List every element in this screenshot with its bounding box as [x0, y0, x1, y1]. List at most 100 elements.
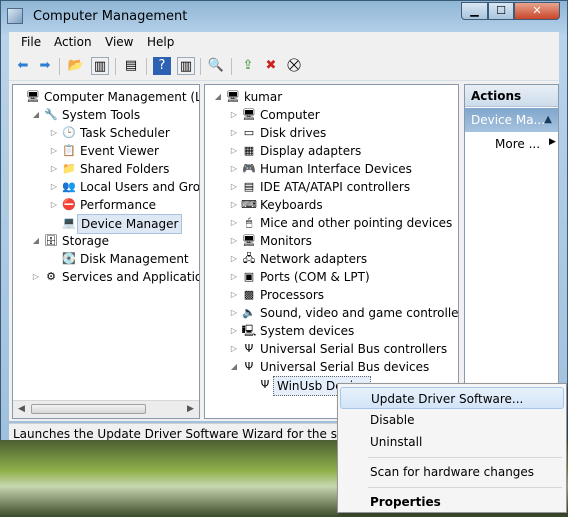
tree-node-label: Task Scheduler — [80, 126, 170, 140]
expand-arrow-icon[interactable]: ▷ — [49, 196, 59, 214]
expand-arrow-icon[interactable]: ▷ — [229, 304, 239, 322]
console-tree-pane[interactable]: 🖥Computer Management (Local◢🔧System Tool… — [12, 84, 200, 419]
actions-device-manager[interactable]: Device Ma... ▲ — [465, 108, 558, 132]
tree-node[interactable]: ▷ 📋 Event Viewer — [13, 142, 199, 160]
expand-arrow-icon[interactable]: ▷ — [229, 124, 239, 142]
scroll-thumb[interactable] — [31, 404, 146, 414]
window-title: Computer Management — [33, 9, 188, 24]
tree-node-label: Storage — [62, 234, 109, 248]
up-folder-icon[interactable]: 📂 — [67, 57, 85, 75]
collapse-arrow-icon[interactable]: ◢ — [31, 106, 41, 124]
forward-arrow-icon[interactable]: ➡ — [36, 57, 54, 75]
toolbar-separator — [146, 58, 147, 75]
tree-node[interactable]: ▷ 📁 Shared Folders — [13, 160, 199, 178]
tree-node[interactable]: 💽 Disk Management — [13, 250, 199, 268]
device-node[interactable]: ◢ Ψ Universal Serial Bus devices — [205, 358, 458, 376]
console-tree-scrollbar[interactable]: ◀ ▶ — [13, 400, 199, 418]
context-menu-item[interactable]: Disable — [340, 409, 564, 431]
device-tree-pane[interactable]: ◢ 🖥 kumar ▷ 🖥 Computer ▷ ▭ Disk drives ▷ ▦ Display … — [204, 84, 459, 419]
expand-arrow-icon[interactable]: ▷ — [229, 196, 239, 214]
device-node[interactable]: ▷ ▤ IDE ATA/ATAPI controllers — [205, 178, 458, 196]
tree-node-label: System devices — [260, 324, 355, 338]
expand-arrow-icon[interactable]: ▷ — [49, 160, 59, 178]
device-node[interactable]: ▷ ⌨ Keyboards — [205, 196, 458, 214]
context-menu-item[interactable]: Properties — [340, 491, 564, 513]
uninstall-icon[interactable]: ✖ — [262, 57, 280, 75]
tree-node[interactable]: ▷ ⚙ Services and Applications — [13, 268, 199, 286]
tree-node-label: Human Interface Devices — [260, 162, 412, 176]
tree-node[interactable]: ◢ 🔧 System Tools — [13, 106, 199, 124]
device-node[interactable]: ▷ ▩ Processors — [205, 286, 458, 304]
expand-arrow-icon[interactable]: ▷ — [229, 214, 239, 232]
computer-management-window: Computer Management ▁ ☐ ✕ File Action Vi… — [0, 0, 568, 448]
menu-action[interactable]: Action — [54, 35, 92, 49]
expand-arrow-icon[interactable]: ▷ — [229, 322, 239, 340]
expand-arrow-icon[interactable]: ▷ — [49, 142, 59, 160]
users-icon: 👥 — [62, 180, 76, 193]
expand-arrow-icon[interactable]: ▷ — [229, 232, 239, 250]
expand-arrow-icon[interactable]: ▷ — [229, 286, 239, 304]
expand-arrow-icon[interactable]: ▷ — [229, 340, 239, 358]
port-icon: ▣ — [243, 270, 255, 283]
tree-node[interactable]: ◢ 🗄 Storage — [13, 232, 199, 250]
scan-hardware-icon[interactable]: 🔍 — [207, 57, 225, 75]
back-arrow-icon[interactable]: ⬅ — [14, 57, 32, 75]
properties-icon[interactable]: ▤ — [122, 57, 140, 75]
expand-arrow-icon[interactable]: ▷ — [49, 124, 59, 142]
expand-arrow-icon[interactable]: ▷ — [49, 178, 59, 196]
collapse-arrow-icon[interactable]: ◢ — [229, 358, 239, 376]
show-action-pane-icon[interactable]: ▥ — [177, 57, 195, 75]
menu-view[interactable]: View — [105, 35, 133, 49]
menu-help[interactable]: Help — [147, 35, 174, 49]
scroll-right-icon[interactable]: ▶ — [182, 401, 199, 417]
tree-node[interactable]: ▷ ⛔ Performance — [13, 196, 199, 214]
close-button[interactable]: ✕ — [514, 2, 560, 20]
submenu-arrow-icon: ▶ — [549, 137, 556, 147]
menu-file[interactable]: File — [21, 35, 41, 49]
device-node[interactable]: ▷ Ψ Universal Serial Bus controllers — [205, 340, 458, 358]
content-area: 🖥Computer Management (Local◢🔧System Tool… — [9, 81, 559, 421]
collapse-arrow-icon[interactable]: ◢ — [213, 88, 223, 106]
device-node[interactable]: ▷ 🔈 Sound, video and game controllers — [205, 304, 458, 322]
device-node[interactable]: ▷ ▦ Display adapters — [205, 142, 458, 160]
tree-node[interactable]: ▷👥 Local Users and Groups — [13, 178, 199, 196]
expand-arrow-icon[interactable]: ▷ — [229, 106, 239, 124]
more-actions[interactable]: More ... ▶ — [495, 137, 556, 151]
context-menu-item[interactable]: Scan for hardware changes — [340, 461, 564, 483]
device-node[interactable]: ▷ 🖧 Network adapters — [205, 250, 458, 268]
device-manager-icon: 💻 — [62, 216, 76, 229]
expand-arrow-icon[interactable]: ▷ — [229, 160, 239, 178]
device-node[interactable]: ▷ ▭ Disk drives — [205, 124, 458, 142]
collapse-arrow-icon[interactable]: ◢ — [31, 232, 41, 250]
tree-node[interactable]: ▷ 🕒 Task Scheduler — [13, 124, 199, 142]
device-node[interactable]: ◢ 🖥 kumar — [205, 88, 458, 106]
device-node[interactable]: ▷ ▣ Ports (COM & LPT) — [205, 268, 458, 286]
tree-node-label: Computer — [260, 108, 320, 122]
title-bar[interactable]: Computer Management ▁ ☐ ✕ — [1, 1, 567, 31]
expand-arrow-icon[interactable]: ▷ — [229, 178, 239, 196]
scroll-left-icon[interactable]: ◀ — [13, 401, 30, 417]
device-node[interactable]: ▷ 🎮 Human Interface Devices — [205, 160, 458, 178]
monitor-icon: 🖥 — [242, 234, 256, 247]
device-node[interactable]: ▷ 🖳 System devices — [205, 322, 458, 340]
computer-icon: 🖥 — [226, 90, 240, 103]
tree-node[interactable]: 💻 Device Manager — [13, 214, 199, 234]
minimize-button[interactable]: ▁ — [461, 2, 488, 20]
expand-arrow-icon[interactable]: ▷ — [229, 268, 239, 286]
tree-node[interactable]: 🖥 Computer Management (Local — [13, 88, 199, 106]
disable-device-icon[interactable]: ⛒ — [285, 57, 303, 75]
context-menu-item[interactable]: Uninstall — [340, 431, 564, 453]
device-node[interactable]: ▷ 🖥 Computer — [205, 106, 458, 124]
update-driver-icon[interactable]: ⇪ — [239, 57, 257, 75]
expand-arrow-icon[interactable]: ▷ — [229, 142, 239, 160]
collapse-up-icon[interactable]: ▲ — [544, 108, 552, 132]
device-node[interactable]: ▷ 🖱 Mice and other pointing devices — [205, 214, 458, 232]
expand-arrow-icon[interactable]: ▷ — [31, 268, 41, 286]
help-icon[interactable]: ? — [153, 57, 171, 75]
show-hide-tree-icon[interactable]: ▥ — [91, 57, 109, 75]
context-menu-item[interactable]: Update Driver Software... — [340, 387, 564, 409]
expand-arrow-icon[interactable]: ▷ — [229, 250, 239, 268]
device-node[interactable]: ▷ 🖥 Monitors — [205, 232, 458, 250]
tree-node-label: kumar — [244, 90, 283, 104]
maximize-button[interactable]: ☐ — [488, 2, 514, 20]
